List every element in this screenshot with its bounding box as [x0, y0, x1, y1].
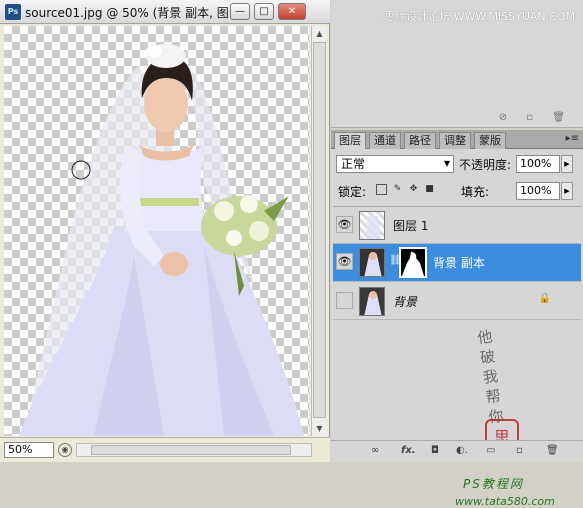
calligraphy-watermark: 他 破 我 帮 你 — [476, 326, 505, 427]
tab-layers[interactable]: 图层 — [334, 132, 366, 149]
opacity-field[interactable]: 100% — [516, 155, 560, 173]
fill-label: 填充: — [461, 185, 490, 199]
document-statusbar: 50% ◉ — [0, 437, 330, 462]
document-canvas[interactable] — [4, 26, 309, 436]
layer-row-1[interactable]: 👁 图层 1 — [333, 207, 581, 244]
layer-thumbnail — [359, 211, 385, 240]
lock-label: 锁定: — [338, 185, 367, 199]
new-layer-icon[interactable]: ▫ — [516, 445, 523, 456]
bride-image — [19, 44, 304, 436]
trash-icon[interactable]: 🗑 — [546, 445, 559, 456]
site-url-watermark: www.tata580.com — [455, 495, 555, 508]
horizontal-scroll-thumb[interactable] — [91, 445, 291, 455]
zoom-field[interactable]: 50% — [4, 442, 54, 458]
chevron-down-icon: ▼ — [443, 159, 450, 168]
add-mask-icon[interactable]: ◘ — [431, 445, 439, 456]
ps-tutorial-watermark: PS教程网 — [463, 477, 524, 491]
lock-position-icon[interactable]: ✥ — [408, 184, 419, 195]
adjustment-layer-icon[interactable]: ◐. — [456, 445, 468, 456]
new-group-icon[interactable]: ▭ — [486, 445, 495, 456]
lock-row: 锁定: ✎ ✥ ■ 填充: 100% ▶ — [336, 182, 581, 200]
layer-name: 背景 — [393, 295, 418, 309]
layer-mask-thumbnail[interactable] — [399, 247, 427, 278]
calligraphy-char: 帮 — [484, 386, 502, 407]
horizontal-scrollbar[interactable] — [76, 443, 312, 457]
fill-field[interactable]: 100% — [516, 182, 560, 200]
document-window: Ps source01.jpg @ 50% (背景 副本, 图... — □ ✕ — [0, 0, 330, 462]
fx-icon[interactable]: fx. — [401, 445, 416, 456]
layers-tabbar: 图层 通道 路径 调整 蒙版 ▸≡ — [331, 130, 583, 149]
eye-icon[interactable]: 👁 — [336, 216, 353, 233]
layer-name: 图层 1 — [393, 219, 429, 233]
link-layers-icon[interactable]: ∞ — [371, 445, 379, 456]
scroll-up-icon[interactable]: ▲ — [312, 26, 327, 41]
panel-menu-icon[interactable]: ▸≡ — [566, 133, 579, 144]
opacity-stepper[interactable]: ▶ — [561, 155, 573, 173]
close-button[interactable]: ✕ — [278, 3, 306, 20]
layer-thumbnail — [359, 287, 385, 316]
tab-paths[interactable]: 路径 — [404, 132, 436, 149]
layer-row-background[interactable]: 背景 🔒 — [333, 283, 581, 320]
calligraphy-char: 破 — [479, 347, 497, 368]
tab-channels[interactable]: 通道 — [369, 132, 401, 149]
status-info-icon[interactable]: ◉ — [58, 443, 72, 457]
lock-image-icon[interactable]: ✎ — [392, 184, 403, 195]
tab-adjustments[interactable]: 调整 — [439, 132, 471, 149]
lock-all-icon[interactable]: ■ — [424, 184, 435, 195]
scroll-down-icon[interactable]: ▼ — [312, 421, 327, 436]
layers-panel: 图层 通道 路径 调整 蒙版 ▸≡ 正常 ▼ 不透明度: 100% ▶ 锁定: … — [331, 130, 583, 508]
eye-icon[interactable]: 👁 — [336, 253, 353, 270]
document-title: source01.jpg @ 50% (背景 副本, 图... — [25, 6, 241, 20]
vertical-scroll-thumb[interactable] — [313, 42, 326, 418]
layers-footer: ∞ fx. ◘ ◐. ▭ ▫ 🗑 — [331, 440, 583, 462]
calligraphy-char: 他 — [476, 327, 494, 348]
vertical-scrollbar[interactable]: ▲ ▼ — [311, 26, 327, 436]
fill-stepper[interactable]: ▶ — [561, 182, 573, 200]
lock-icon: 🔒 — [538, 293, 551, 304]
site-watermark: 思缘设计论坛 WWW.MISSYUAN.COM — [384, 10, 575, 23]
maximize-button[interactable]: □ — [254, 3, 274, 20]
minimize-button[interactable]: — — [230, 3, 250, 20]
blend-mode-select[interactable]: 正常 ▼ — [336, 155, 454, 173]
tab-masks[interactable]: 蒙版 — [474, 132, 506, 149]
panel-footer-icons[interactable]: ⊘ ▫ 🗑 — [499, 112, 573, 123]
layers-list: 👁 图层 1 👁 ⛓ 背景 副本 背景 🔒 他 破 我 帮 你 思 PS教程网 … — [333, 206, 581, 508]
lock-transparent-icon[interactable] — [376, 184, 387, 195]
top-right-panel: 思缘设计论坛 WWW.MISSYUAN.COM ⊘ ▫ 🗑 — [331, 0, 583, 128]
photoshop-icon: Ps — [5, 4, 21, 20]
eye-hidden-icon[interactable] — [336, 292, 353, 309]
layer-row-background-copy[interactable]: 👁 ⛓ 背景 副本 — [333, 244, 581, 282]
document-titlebar[interactable]: Ps source01.jpg @ 50% (背景 副本, 图... — □ ✕ — [0, 0, 330, 24]
blend-mode-value: 正常 — [341, 157, 366, 171]
layer-thumbnail — [359, 248, 385, 277]
opacity-label: 不透明度: — [459, 158, 512, 172]
calligraphy-char: 我 — [481, 367, 500, 387]
layer-name: 背景 副本 — [433, 256, 485, 270]
